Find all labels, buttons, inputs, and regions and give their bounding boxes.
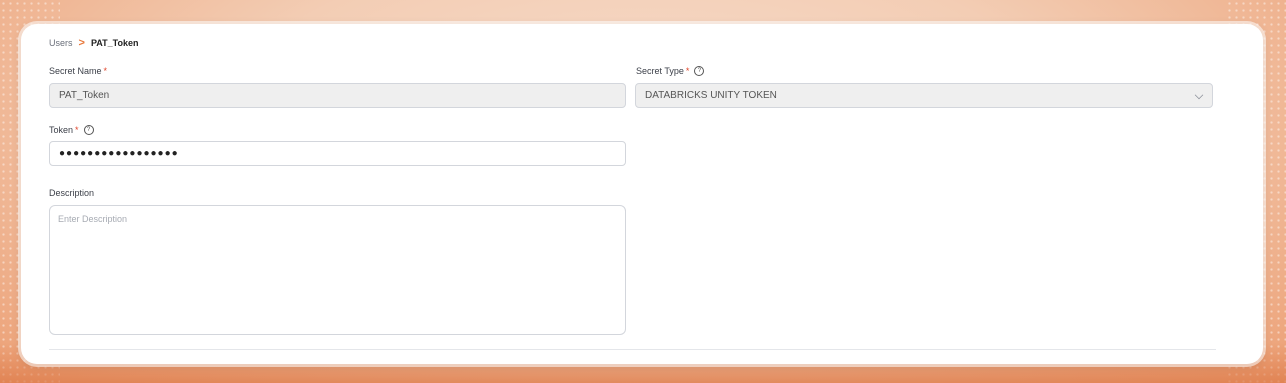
secret-name-label: Secret Name * <box>49 66 107 76</box>
description-textarea[interactable]: Enter Description <box>49 205 626 335</box>
description-label-text: Description <box>49 188 95 198</box>
secret-type-label: Secret Type * ? <box>636 66 705 76</box>
secret-type-value: DATABRICKS UNITY TOKEN <box>645 90 777 101</box>
secret-name-label-text: Secret Name <box>49 66 102 76</box>
breadcrumb: Users > PAT_Token <box>49 37 138 49</box>
description-label: Description <box>49 188 94 198</box>
secret-name-input[interactable]: PAT_Token <box>49 83 626 108</box>
help-icon[interactable]: ? <box>694 66 705 76</box>
help-icon[interactable]: ? <box>83 125 94 135</box>
chevron-down-icon <box>1194 90 1204 100</box>
required-asterisk: * <box>685 66 690 76</box>
secret-type-select[interactable]: DATABRICKS UNITY TOKEN <box>635 83 1213 108</box>
token-masked-value: ●●●●●●●●●●●●●●●●● <box>59 148 179 159</box>
breadcrumb-current: PAT_Token <box>90 38 139 48</box>
breadcrumb-link-users[interactable]: Users <box>49 38 73 48</box>
required-asterisk: * <box>75 125 79 135</box>
chevron-right-icon: > <box>78 37 85 49</box>
token-label-text: Token <box>49 125 74 135</box>
form-card: Users > PAT_Token Secret Name * PAT_Toke… <box>21 24 1263 364</box>
token-label: Token * ? <box>49 125 94 135</box>
description-placeholder: Enter Description <box>58 214 128 224</box>
divider <box>49 349 1216 350</box>
required-asterisk: * <box>103 66 108 76</box>
secret-type-label-text: Secret Type <box>636 66 684 76</box>
secret-name-value: PAT_Token <box>59 90 110 101</box>
token-input[interactable]: ●●●●●●●●●●●●●●●●● <box>49 141 626 166</box>
